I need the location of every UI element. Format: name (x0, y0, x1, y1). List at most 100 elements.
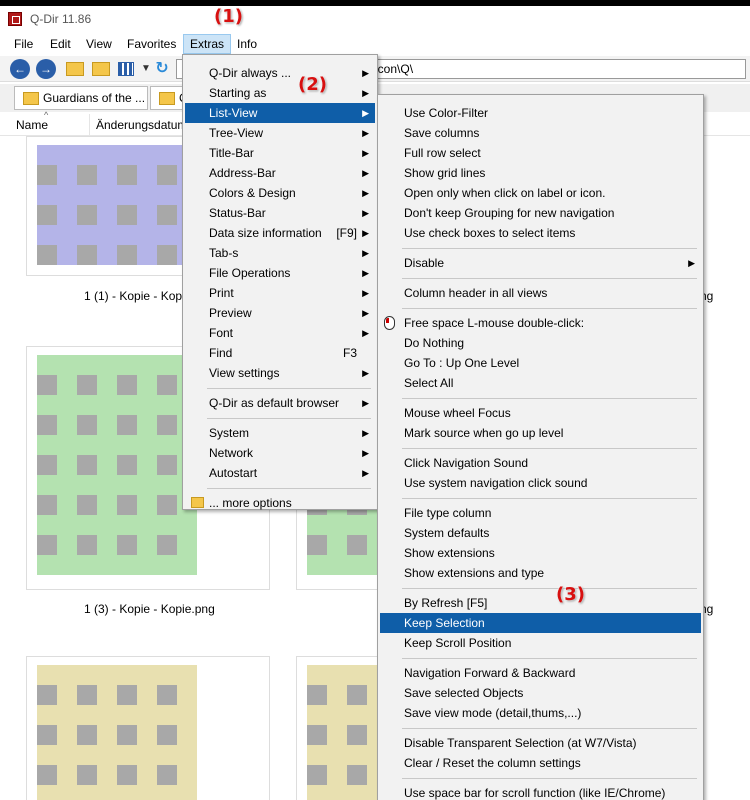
menu-info[interactable]: Info (231, 34, 263, 54)
extras-menu-item[interactable]: Find F3 (185, 343, 375, 363)
submenu-arrow-icon: ▶ (362, 428, 369, 438)
extras-menu-item[interactable]: Colors & Design ▶ (185, 183, 375, 203)
list-view-menu-item[interactable]: Show extensions (380, 543, 701, 563)
new-folder-icon[interactable] (92, 62, 110, 76)
extras-menu-item[interactable]: Starting as ▶ (185, 83, 375, 103)
list-view-menu-item[interactable]: System defaults (380, 523, 701, 543)
extras-menu-item[interactable]: Print ▶ (185, 283, 375, 303)
tab-guardians[interactable]: Guardians of the ... (14, 86, 148, 110)
menu-separator (402, 588, 697, 589)
menu-item-label: Don't keep Grouping for new navigation (404, 206, 615, 220)
extras-menu-item[interactable]: Title-Bar ▶ (185, 143, 375, 163)
menu-view[interactable]: View (80, 34, 118, 54)
list-view-menu-item[interactable]: Use space bar for scroll function (like … (380, 783, 701, 800)
menu-item-label: Use space bar for scroll function (like … (404, 786, 666, 800)
list-view-menu-item[interactable]: Show grid lines (380, 163, 701, 183)
refresh-icon[interactable]: ↻ (152, 59, 172, 79)
list-view-menu-item[interactable]: Use check boxes to select items (380, 223, 701, 243)
extras-menu-item[interactable]: Q-Dir always ... ▶ (185, 63, 375, 83)
submenu-arrow-icon: ▶ (362, 228, 369, 238)
list-view-menu-item[interactable]: Column header in all views (380, 283, 701, 303)
file-caption[interactable]: 1 (3) - Kopie - Kopie.png (84, 602, 215, 616)
back-icon[interactable]: ← (10, 59, 30, 79)
list-view-menu-item[interactable]: By Refresh [F5] (380, 593, 701, 613)
menu-separator (402, 248, 697, 249)
extras-menu-item[interactable]: Font ▶ (185, 323, 375, 343)
list-view-menu-item[interactable]: Select All (380, 373, 701, 393)
file-caption[interactable]: 1 (1) - Kopie - Kopi (84, 289, 185, 303)
menu-item-label: Tree-View (209, 126, 264, 140)
window-title: Q-Dir 11.86 (30, 12, 92, 26)
extras-menu-item[interactable]: Network ▶ (185, 443, 375, 463)
list-view-menu-item[interactable]: Keep Selection (380, 613, 701, 633)
list-view-menu-item[interactable]: Go To : Up One Level (380, 353, 701, 373)
extras-menu-item[interactable]: List-View ▶ (185, 103, 375, 123)
submenu-arrow-icon: ▶ (362, 448, 369, 458)
menu-item-label: Save columns (404, 126, 480, 140)
thumbnail-image (37, 355, 197, 575)
menu-item-label: Open only when click on label or icon. (404, 186, 606, 200)
extras-menu-item[interactable]: ... more options (185, 493, 375, 513)
column-name[interactable]: Name (0, 114, 90, 136)
extras-menu-item[interactable]: Tree-View ▶ (185, 123, 375, 143)
extras-menu-item[interactable]: Q-Dir as default browser ▶ (185, 393, 375, 413)
extras-menu-item[interactable]: View settings ▶ (185, 363, 375, 383)
menu-separator (402, 448, 697, 449)
menu-item-label: Show extensions (404, 546, 495, 560)
menu-item-label: Column header in all views (404, 286, 548, 300)
menu-item-label: Clear / Reset the column settings (404, 756, 581, 770)
submenu-arrow-icon: ▶ (362, 468, 369, 478)
submenu-arrow-icon: ▶ (362, 108, 369, 118)
extras-menu-item[interactable]: Autostart ▶ (185, 463, 375, 483)
list-view-menu-item[interactable]: Save columns (380, 123, 701, 143)
list-view-menu-item[interactable]: File type column (380, 503, 701, 523)
list-view-menu-item[interactable]: Free space L-mouse double-click: (380, 313, 701, 333)
list-view-menu-item[interactable]: Don't keep Grouping for new navigation (380, 203, 701, 223)
list-view-menu-item[interactable]: Click Navigation Sound (380, 453, 701, 473)
menu-item-label: Mark source when go up level (404, 426, 564, 440)
submenu-arrow-icon: ▶ (362, 88, 369, 98)
list-view-menu-item[interactable]: Full row select (380, 143, 701, 163)
list-view-menu-item[interactable]: Save selected Objects (380, 683, 701, 703)
list-view-menu-item[interactable]: Use system navigation click sound (380, 473, 701, 493)
extras-menu-item[interactable]: Tab-s ▶ (185, 243, 375, 263)
list-view-menu-item[interactable]: Show extensions and type (380, 563, 701, 583)
folder-icon (191, 497, 204, 508)
list-view-menu-item[interactable]: Mark source when go up level (380, 423, 701, 443)
menu-edit[interactable]: Edit (44, 34, 77, 54)
list-view-menu-item[interactable]: Keep Scroll Position (380, 633, 701, 653)
extras-menu-item[interactable]: Data size information [F9] ▶ (185, 223, 375, 243)
extras-menu-item[interactable]: File Operations ▶ (185, 263, 375, 283)
file-thumbnail[interactable] (26, 656, 270, 800)
extras-menu-item[interactable]: Status-Bar ▶ (185, 203, 375, 223)
list-view-menu-item[interactable]: Disable Transparent Selection (at W7/Vis… (380, 733, 701, 753)
extras-menu-item[interactable]: System ▶ (185, 423, 375, 443)
submenu-arrow-icon: ▶ (688, 258, 695, 268)
list-view-submenu: Use Color-Filter Save columns Full row sel… (377, 94, 704, 800)
menu-item-label: Full row select (404, 146, 481, 160)
list-view-menu-item[interactable]: Use Color-Filter (380, 103, 701, 123)
annotation-2: (2) (298, 74, 327, 95)
list-view-menu-item[interactable]: Navigation Forward & Backward (380, 663, 701, 683)
menu-item-label: Show extensions and type (404, 566, 545, 580)
annotation-3: (3) (556, 584, 585, 605)
list-view-menu-item[interactable]: Clear / Reset the column settings (380, 753, 701, 773)
forward-icon[interactable]: → (36, 59, 56, 79)
menu-favorites[interactable]: Favorites (121, 34, 182, 54)
menu-item-label: Save view mode (detail,thums,...) (404, 706, 582, 720)
list-view-menu-item[interactable]: Save view mode (detail,thums,...) (380, 703, 701, 723)
view-mode-icon[interactable] (118, 62, 134, 76)
extras-menu-item[interactable]: Address-Bar ▶ (185, 163, 375, 183)
menu-file[interactable]: File (8, 34, 39, 54)
up-folder-icon[interactable] (66, 62, 84, 76)
menu-separator (402, 278, 697, 279)
extras-menu-item[interactable]: Preview ▶ (185, 303, 375, 323)
menu-item-label: Q-Dir always ... (209, 66, 292, 80)
shortcut-label: [F9] (336, 226, 357, 240)
list-view-menu-item[interactable]: Disable ▶ (380, 253, 701, 273)
menu-extras[interactable]: Extras (183, 34, 232, 54)
menu-item-label: Mouse wheel Focus (404, 406, 511, 420)
list-view-menu-item[interactable]: Do Nothing (380, 333, 701, 353)
list-view-menu-item[interactable]: Mouse wheel Focus (380, 403, 701, 423)
list-view-menu-item[interactable]: Open only when click on label or icon. (380, 183, 701, 203)
